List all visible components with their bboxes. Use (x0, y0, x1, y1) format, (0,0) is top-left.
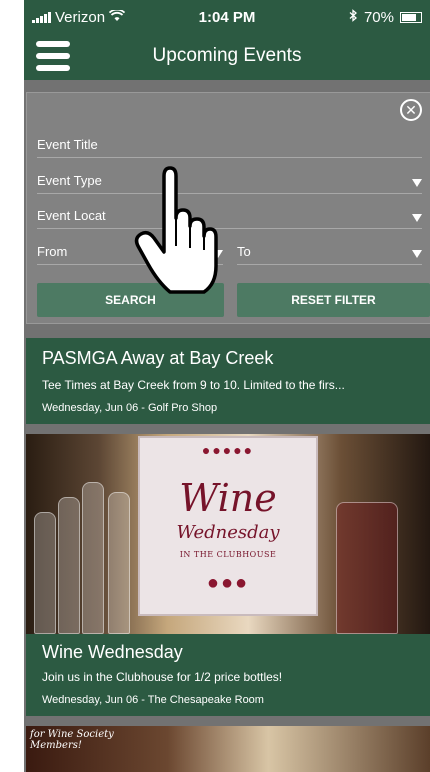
battery-percent: 70% (363, 9, 394, 26)
event-title: Wine Wednesday (42, 642, 183, 662)
next-event-image-label: for Wine Society Members! (30, 729, 114, 751)
reset-filter-button[interactable]: RESET FILTER (237, 283, 430, 317)
to-select[interactable]: To (237, 240, 422, 265)
wine-sign-line2: Wednesday (176, 522, 280, 543)
event-type-select[interactable]: Event Type (37, 169, 422, 194)
event-location-select[interactable]: Event Locat (37, 204, 422, 229)
phone-screen: Verizon 1:04 PM 70% Upcoming Events ✕ Ev… (24, 0, 430, 772)
event-meta: Wednesday, Jun 06 - The Chesapeake Room (42, 694, 264, 706)
wine-sign-line1: Wine (179, 476, 277, 520)
from-label: From (37, 244, 68, 259)
wine-wednesday-sign: ●●●●● Wine Wednesday IN THE CLUBHOUSE ●●… (138, 436, 318, 616)
battery-icon (400, 12, 422, 23)
event-meta: Wednesday, Jun 06 - Golf Pro Shop (42, 402, 218, 414)
event-image[interactable]: ●●●●● Wine Wednesday IN THE CLUBHOUSE ●●… (26, 434, 430, 634)
event-card[interactable]: Wine Wednesday Join us in the Clubhouse … (26, 634, 430, 716)
next-event-label-line1: for Wine Society (30, 729, 114, 740)
to-label: To (237, 244, 251, 259)
event-title: PASMGA Away at Bay Creek (42, 348, 274, 368)
grapes-decor: ●●● (206, 572, 250, 594)
event-location-label: Event Locat (37, 208, 106, 223)
from-select[interactable]: From (37, 240, 223, 265)
event-card[interactable]: PASMGA Away at Bay Creek Tee Times at Ba… (26, 338, 430, 424)
next-event-label-line2: Members! (30, 740, 82, 751)
chevron-down-icon (213, 250, 223, 258)
event-type-label: Event Type (37, 173, 102, 188)
wine-glass-decor (108, 492, 130, 634)
chevron-down-icon (412, 250, 422, 258)
wine-sign-line3: IN THE CLUBHOUSE (179, 550, 277, 559)
wine-glass-decor (82, 482, 104, 634)
bluetooth-icon (349, 9, 358, 26)
nav-bar: Upcoming Events (24, 34, 430, 80)
status-right: 70% (349, 9, 422, 26)
filter-panel: ✕ Event Title Event Type Event Locat Fro… (26, 92, 430, 324)
search-button[interactable]: SEARCH (37, 283, 224, 317)
wine-glass-decor (58, 497, 80, 634)
next-event-image[interactable]: for Wine Society Members! (26, 726, 430, 772)
wine-glass-decor (34, 512, 56, 634)
event-description: Join us in the Clubhouse for 1/2 price b… (42, 670, 283, 684)
close-icon[interactable]: ✕ (400, 99, 422, 121)
chevron-down-icon (412, 179, 422, 187)
event-description: Tee Times at Bay Creek from 9 to 10. Lim… (42, 378, 345, 392)
chevron-down-icon (412, 214, 422, 222)
wine-glass-decor (336, 502, 398, 634)
event-title-field[interactable]: Event Title (37, 133, 422, 158)
status-bar: Verizon 1:04 PM 70% (24, 0, 430, 34)
event-title-placeholder: Event Title (37, 137, 98, 152)
grapes-decor: ●●●●● (201, 442, 255, 458)
page-title: Upcoming Events (152, 45, 302, 66)
